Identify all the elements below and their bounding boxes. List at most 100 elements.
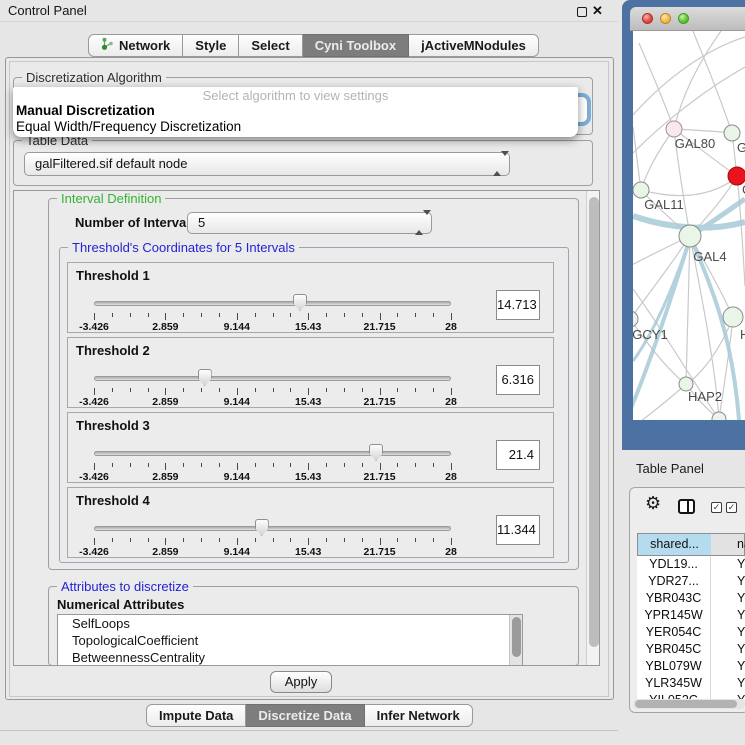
cell-shared-name[interactable]: YIL052C	[637, 692, 711, 699]
cell-name[interactable]: YER0	[711, 624, 745, 641]
tab-impute-data[interactable]: Impute Data	[146, 704, 246, 727]
network-node-label: H	[740, 327, 745, 342]
threshold-label: Threshold 2	[76, 343, 150, 358]
attribute-item-topologicalcoefficient[interactable]: TopologicalCoefficient	[58, 632, 522, 649]
table-row[interactable]: YDR27...YDR2	[637, 573, 745, 590]
column-header-shared-name[interactable]: shared...	[637, 533, 712, 556]
tick-label: 28	[445, 546, 457, 558]
algorithm-option-manual-discretization[interactable]: Manual Discretization	[16, 103, 155, 119]
threshold-slider-thumb[interactable]	[198, 369, 212, 386]
cell-shared-name[interactable]: YLR345W	[637, 675, 711, 692]
network-node-g[interactable]	[724, 125, 740, 141]
cell-shared-name[interactable]: YBL079W	[637, 658, 711, 675]
table-hscrollbar-thumb[interactable]	[635, 700, 737, 708]
tick-label: 15.43	[295, 471, 321, 483]
network-node-gal80[interactable]	[666, 121, 682, 137]
cell-name[interactable]: YBR0	[711, 641, 745, 658]
tick-mark	[201, 463, 202, 467]
tab-jactivemnodules[interactable]: jActiveMNodules	[409, 34, 539, 57]
tick-mark	[326, 388, 327, 392]
table-rows: YDL19...YDL1YDR27...YDR2YBR043CYBR0YPR14…	[637, 556, 745, 699]
table-data-select[interactable]: galFiltered.sif default node	[24, 152, 510, 176]
cell-name[interactable]: YBL0	[711, 658, 745, 675]
table-row[interactable]: YIL052CYIL0	[637, 692, 745, 699]
attributes-scrollbar[interactable]	[509, 615, 522, 666]
settings-scrollbar[interactable]	[586, 191, 599, 665]
network-window-titlebar[interactable]	[630, 7, 745, 31]
cell-name[interactable]: YPR1	[711, 607, 745, 624]
cell-name[interactable]: YLR3	[711, 675, 745, 692]
settings-scrollbar-thumb[interactable]	[589, 197, 599, 647]
threshold-value-input[interactable]: 21.4	[496, 440, 540, 470]
tab-style[interactable]: Style	[183, 34, 239, 57]
cell-shared-name[interactable]: YBR043C	[637, 590, 711, 607]
checkbox-icon[interactable]: ✓	[711, 502, 722, 513]
cell-shared-name[interactable]: YPR145W	[637, 607, 711, 624]
threshold-value-input[interactable]: 14.713	[496, 290, 540, 320]
network-node[interactable]	[712, 412, 726, 420]
attribute-item-selfloops[interactable]: SelfLoops	[58, 615, 522, 632]
table-row[interactable]: YER054CYER0	[637, 624, 745, 641]
zoom-traffic-light-icon[interactable]	[678, 13, 689, 24]
tab-discretize-data[interactable]: Discretize Data	[246, 704, 364, 727]
tick-mark	[362, 388, 363, 392]
threshold-slider-track[interactable]	[94, 526, 451, 531]
threshold-value-input[interactable]: 6.316	[496, 365, 540, 395]
tab-select[interactable]: Select	[239, 34, 302, 57]
network-node-gal4[interactable]	[679, 225, 701, 247]
cell-name[interactable]: YBR0	[711, 590, 745, 607]
cell-name[interactable]: YDL1	[711, 556, 745, 573]
apply-button[interactable]: Apply	[270, 671, 332, 693]
network-node-label: G	[737, 140, 745, 155]
network-node-gal11[interactable]	[633, 182, 649, 198]
attribute-item-betweennesscentrality[interactable]: BetweennessCentrality	[58, 649, 522, 666]
tab-infer-network[interactable]: Infer Network	[365, 704, 473, 727]
cell-shared-name[interactable]: YBR045C	[637, 641, 711, 658]
threshold-label: Threshold 4	[76, 493, 150, 508]
tab-network[interactable]: Network	[88, 34, 183, 57]
number-of-intervals-select[interactable]: 5	[187, 212, 432, 234]
table-row[interactable]: YBR045CYBR0	[637, 641, 745, 658]
cell-name[interactable]: YDR2	[711, 573, 745, 590]
threshold-slider-track[interactable]	[94, 301, 451, 306]
threshold-slider-thumb[interactable]	[293, 294, 307, 311]
network-node-h[interactable]	[723, 307, 743, 327]
network-node-label: GAL80	[675, 136, 715, 151]
threshold-slider-thumb[interactable]	[255, 519, 269, 536]
table-row[interactable]: YDL19...YDL1	[637, 556, 745, 573]
column-header-name[interactable]: na	[711, 533, 745, 556]
tick-mark	[94, 388, 95, 395]
table-row[interactable]: YBR043CYBR0	[637, 590, 745, 607]
close-icon[interactable]: ✕	[592, 3, 603, 19]
tab-cyni-toolbox[interactable]: Cyni Toolbox	[303, 34, 409, 57]
threshold-slider-track[interactable]	[94, 451, 451, 456]
network-node-gcy1[interactable]	[633, 311, 638, 327]
cell-shared-name[interactable]: YDR27...	[637, 573, 711, 590]
checkbox-icon[interactable]: ✓	[726, 502, 737, 513]
tab-label: Network	[119, 35, 170, 56]
tick-mark	[380, 538, 381, 545]
network-node-label: GAL4	[693, 249, 726, 264]
threshold-value-input[interactable]: 11.344	[496, 515, 540, 545]
tick-mark	[255, 538, 256, 542]
gear-icon[interactable]: ⚙	[645, 494, 661, 512]
threshold-slider-thumb[interactable]	[369, 444, 383, 461]
network-canvas[interactable]: GAL80GCGAL11GAL4GCY1HHAP2	[633, 31, 745, 420]
cell-name[interactable]: YIL0	[711, 692, 745, 699]
columns-icon[interactable]	[678, 499, 695, 514]
table-row[interactable]: YLR345WYLR3	[637, 675, 745, 692]
threshold-slider-track[interactable]	[94, 376, 451, 381]
tick-mark	[344, 538, 345, 542]
algorithm-option-equal-width-frequency-discretization[interactable]: Equal Width/Frequency Discretization	[16, 119, 241, 135]
tick-mark	[201, 313, 202, 317]
cell-shared-name[interactable]: YER054C	[637, 624, 711, 641]
tick-mark	[237, 388, 238, 395]
table-row[interactable]: YBL079WYBL0	[637, 658, 745, 675]
interval-definition-group: Interval Definition Number of Intervals …	[48, 198, 579, 570]
minimize-traffic-light-icon[interactable]	[660, 13, 671, 24]
cell-shared-name[interactable]: YDL19...	[637, 556, 711, 573]
table-hscrollbar[interactable]	[633, 699, 745, 709]
float-window-icon[interactable]	[577, 7, 587, 17]
table-row[interactable]: YPR145WYPR1	[637, 607, 745, 624]
close-traffic-light-icon[interactable]	[642, 13, 653, 24]
